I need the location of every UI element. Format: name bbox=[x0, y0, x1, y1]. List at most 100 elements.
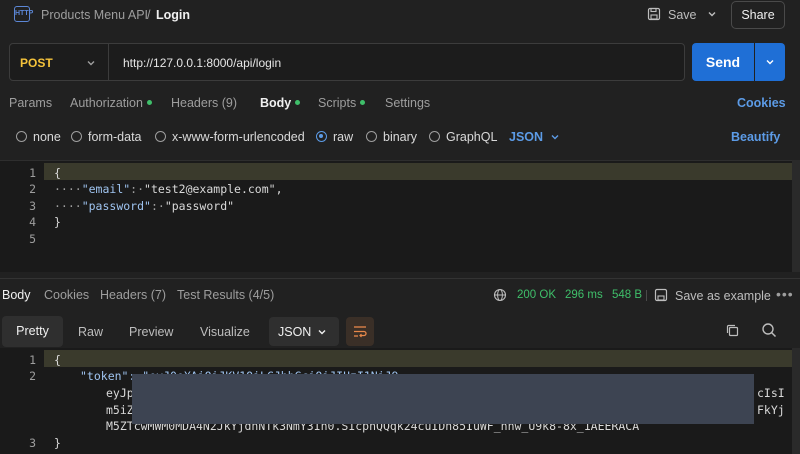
cookies-link[interactable]: Cookies bbox=[737, 96, 786, 110]
chevron-down-icon bbox=[766, 60, 774, 65]
line-number: 1 bbox=[29, 353, 36, 367]
line-number: 3 bbox=[29, 436, 36, 450]
breadcrumb-collection[interactable]: Products Menu API bbox=[41, 8, 148, 22]
radio-urlencoded[interactable]: x-www-form-urlencoded bbox=[155, 129, 305, 144]
status-dot bbox=[146, 100, 152, 106]
whitespace-dots: ···· bbox=[54, 182, 82, 196]
chevron-down-icon[interactable] bbox=[85, 57, 97, 69]
send-button[interactable]: Send bbox=[692, 43, 754, 81]
whitespace-dots: ···· bbox=[54, 199, 82, 213]
divider bbox=[0, 278, 800, 279]
status-dot bbox=[295, 100, 301, 106]
current-line-highlight bbox=[44, 350, 792, 367]
tab-authorization[interactable]: Authorization bbox=[70, 96, 152, 110]
radio-label: none bbox=[33, 129, 61, 144]
tab-headers[interactable]: Headers (9) bbox=[171, 96, 237, 110]
breadcrumb-request[interactable]: Login bbox=[156, 8, 190, 22]
status-code[interactable]: 200 OK bbox=[517, 289, 556, 301]
response-format-label: JSON bbox=[278, 325, 312, 339]
radio-circle bbox=[155, 131, 166, 142]
search-icon[interactable] bbox=[761, 322, 777, 338]
radio-label: form-data bbox=[88, 129, 142, 144]
radio-circle bbox=[16, 131, 27, 142]
method-select[interactable]: POST bbox=[20, 56, 53, 70]
url-bar bbox=[9, 43, 685, 81]
scrollbar[interactable] bbox=[792, 160, 800, 272]
more-options-icon[interactable]: ••• bbox=[776, 286, 794, 302]
line-number: 5 bbox=[29, 232, 36, 246]
scrollbar[interactable] bbox=[792, 348, 800, 454]
response-tab-body[interactable]: Body bbox=[2, 288, 31, 302]
wrap-lines-button[interactable] bbox=[346, 317, 374, 346]
radio-circle bbox=[366, 131, 377, 142]
tab-settings[interactable]: Settings bbox=[385, 96, 430, 110]
tab-authorization-label: Authorization bbox=[70, 96, 143, 110]
share-button[interactable]: Share bbox=[731, 1, 785, 29]
http-logo-icon: HTTP bbox=[14, 6, 33, 22]
radio-graphql[interactable]: GraphQL bbox=[429, 130, 497, 144]
save-as-example-button[interactable]: Save as example bbox=[675, 289, 771, 303]
response-tab-cookies[interactable]: Cookies bbox=[44, 288, 89, 302]
json-key: "email" bbox=[81, 182, 131, 196]
tab-params[interactable]: Params bbox=[9, 96, 52, 110]
chevron-down-icon[interactable] bbox=[549, 131, 561, 143]
radio-form-data[interactable]: form-data bbox=[71, 129, 142, 144]
json-colon: :· bbox=[150, 199, 165, 213]
line-number: 3 bbox=[29, 199, 36, 213]
token-continuation: FkYj bbox=[757, 403, 785, 417]
tab-body[interactable]: Body bbox=[260, 96, 301, 110]
chevron-down-icon bbox=[318, 330, 326, 335]
token-continuation: m5iZ bbox=[106, 403, 134, 417]
tab-scripts-label: Scripts bbox=[318, 96, 357, 110]
breadcrumb-separator: / bbox=[147, 8, 151, 22]
response-size[interactable]: 548 B bbox=[612, 289, 642, 301]
wrap-icon bbox=[354, 326, 367, 338]
view-tab-raw[interactable]: Raw bbox=[78, 325, 103, 339]
response-tab-headers[interactable]: Headers (7) bbox=[100, 288, 166, 302]
current-line-highlight bbox=[44, 163, 792, 180]
json-colon: :· bbox=[130, 182, 145, 196]
radio-label: x-www-form-urlencoded bbox=[172, 129, 305, 144]
token-continuation: cIsI bbox=[757, 386, 785, 400]
radio-circle-selected bbox=[316, 131, 327, 142]
radio-binary[interactable]: binary bbox=[366, 129, 418, 144]
code-line: { bbox=[54, 166, 61, 180]
line-number: 2 bbox=[29, 182, 36, 196]
radio-raw[interactable]: raw bbox=[316, 129, 354, 144]
save-icon[interactable] bbox=[654, 288, 668, 302]
view-tab-visualize[interactable]: Visualize bbox=[200, 325, 250, 339]
radio-circle bbox=[429, 131, 440, 142]
copy-icon[interactable] bbox=[725, 323, 740, 338]
divider bbox=[646, 290, 647, 301]
json-value: "test2@example.com" bbox=[144, 182, 276, 196]
response-time[interactable]: 296 ms bbox=[565, 289, 603, 301]
line-number: 4 bbox=[29, 215, 36, 229]
radio-label: binary bbox=[383, 129, 418, 144]
json-key: "password" bbox=[81, 199, 151, 213]
globe-icon[interactable] bbox=[493, 288, 507, 302]
line-number: 2 bbox=[29, 369, 36, 383]
url-input[interactable]: http://127.0.0.1:8000/api/login bbox=[123, 56, 281, 70]
code-line: } bbox=[54, 215, 61, 229]
radio-none[interactable]: none bbox=[16, 129, 61, 144]
line-number: 1 bbox=[29, 166, 36, 180]
radio-label: raw bbox=[333, 129, 354, 144]
view-tab-preview[interactable]: Preview bbox=[129, 325, 173, 339]
divider bbox=[108, 44, 109, 80]
send-options-button[interactable] bbox=[755, 43, 785, 81]
view-tab-pretty[interactable]: Pretty bbox=[2, 316, 63, 347]
tab-scripts[interactable]: Scripts bbox=[318, 96, 366, 110]
body-format-select[interactable]: JSON bbox=[509, 130, 543, 144]
save-icon[interactable] bbox=[647, 7, 661, 21]
save-button[interactable]: Save bbox=[668, 8, 697, 22]
json-comma: , bbox=[275, 182, 283, 196]
status-dot bbox=[360, 100, 366, 106]
radio-circle bbox=[71, 131, 82, 142]
tab-body-label: Body bbox=[260, 96, 292, 110]
json-value: "password" bbox=[164, 199, 235, 213]
chevron-down-icon[interactable] bbox=[706, 8, 718, 20]
code-line: ····"password":·"password" bbox=[54, 199, 234, 213]
response-tab-test-results[interactable]: Test Results (4/5) bbox=[177, 288, 274, 302]
beautify-button[interactable]: Beautify bbox=[731, 130, 780, 144]
code-line: } bbox=[54, 436, 61, 450]
